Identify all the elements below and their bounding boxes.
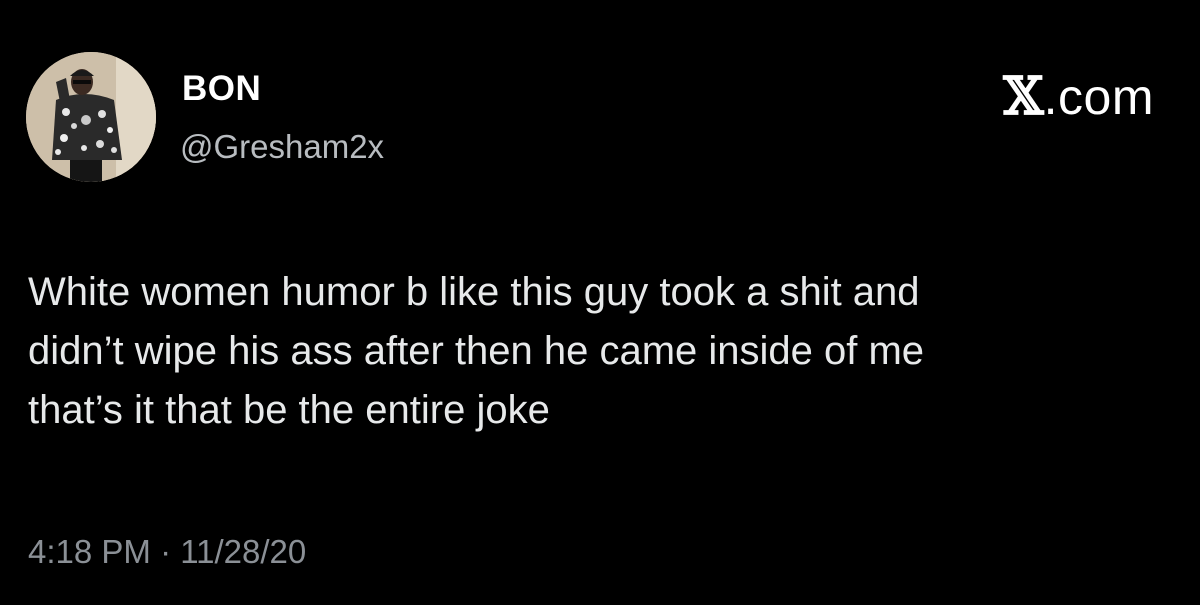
user-handle[interactable]: @Gresham2x [180, 127, 384, 167]
x-logo: 𝕏 .com [1003, 66, 1154, 127]
x-logo-icon: 𝕏 [1003, 66, 1044, 127]
tweet-timestamp[interactable]: 4:18 PM · 11/28/20 [28, 532, 306, 572]
x-logo-domain: .com [1043, 69, 1154, 125]
display-name[interactable]: BON [182, 68, 261, 110]
avatar-image [26, 52, 156, 182]
tweet-text: White women humor b like this guy took a… [28, 270, 925, 432]
tweet-card: BON @Gresham2x 𝕏 .com White women humor b… [0, 0, 1200, 605]
avatar[interactable] [26, 52, 156, 182]
